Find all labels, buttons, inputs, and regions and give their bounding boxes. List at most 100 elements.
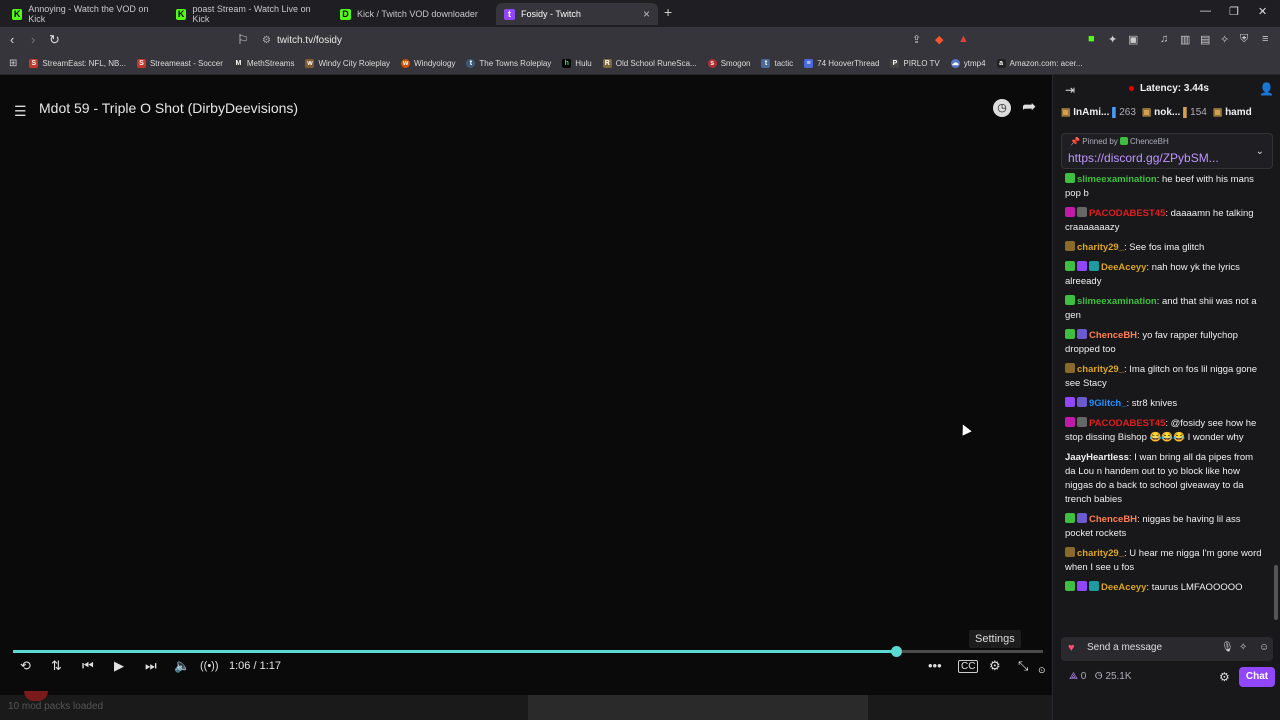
emote-icon[interactable]: ☺ [1259, 642, 1269, 653]
badge-icon[interactable] [1065, 513, 1075, 523]
resize-icon[interactable]: ⊙ [1038, 665, 1046, 676]
music-icon[interactable]: ♫ [1160, 33, 1168, 45]
tab-fosidy-twitch[interactable]: t Fosidy - Twitch × [496, 3, 658, 25]
bookmark-osrs[interactable]: R Old School RuneSca... [602, 59, 697, 68]
chat-username[interactable]: slimeexamination [1077, 174, 1157, 185]
badge-icon[interactable] [1065, 329, 1075, 339]
chat-username[interactable]: PACODABEST45 [1089, 208, 1165, 219]
chat-username[interactable]: ChenceBH [1089, 514, 1137, 525]
badge-icon[interactable] [1065, 173, 1075, 183]
bookmark-methstreams[interactable]: M MethStreams [233, 59, 294, 68]
badge-icon[interactable] [1065, 241, 1075, 251]
chat-username[interactable]: charity29_ [1077, 364, 1124, 375]
tab-vod-downloader[interactable]: D Kick / Twitch VOD downloader [332, 3, 494, 25]
channel-points[interactable]: ⟁ 0 ◷ 25.1K [1069, 671, 1132, 682]
menu-icon[interactable]: ≡ [1262, 33, 1268, 45]
chat-ai-icon[interactable]: ✧ [1220, 33, 1229, 46]
chat-username[interactable]: PACODABEST45 [1089, 418, 1165, 429]
chat-settings-icon[interactable]: ⚙ [1219, 670, 1230, 684]
more-options-icon[interactable]: ••• [928, 658, 942, 673]
hamburger-menu-icon[interactable]: ☰ [14, 103, 27, 120]
chat-input[interactable] [1085, 641, 1219, 654]
wallet-icon[interactable]: ▤ [1200, 33, 1210, 46]
chat-username[interactable]: charity29_ [1077, 548, 1124, 559]
tab-annoying[interactable]: K Annoying - Watch the VOD on Kick [4, 3, 166, 25]
vpn-icon[interactable]: ⛨ [1240, 33, 1248, 46]
badge-icon[interactable] [1077, 397, 1087, 407]
bookmark-hooverthread[interactable]: ≡ 74 HooverThread [804, 59, 879, 68]
seek-bar-handle[interactable] [890, 646, 902, 657]
badge-icon[interactable] [1065, 417, 1075, 427]
badge-icon[interactable] [1077, 207, 1087, 217]
back-icon[interactable]: ‹ [10, 32, 14, 47]
share-icon[interactable]: ➦ [1022, 97, 1036, 117]
apps-grid-icon[interactable]: ⊞ [9, 58, 17, 69]
next-icon[interactable]: ⏭ [145, 658, 157, 674]
watch-later-icon[interactable]: ◷ [993, 99, 1011, 117]
badge-icon[interactable] [1065, 581, 1075, 591]
sidebar-icon[interactable]: ▥ [1180, 33, 1190, 46]
microphone-icon[interactable]: 🎙 [1221, 642, 1234, 653]
bookmark-windyology[interactable]: w Windyology [401, 59, 455, 68]
badge-icon[interactable] [1077, 261, 1087, 271]
badge-icon[interactable] [1077, 581, 1087, 591]
chat-username[interactable]: charity29_ [1077, 242, 1124, 253]
bookmark-icon[interactable]: ⚐ [237, 32, 249, 48]
leader-item[interactable]: ▣ hamd [1213, 107, 1252, 121]
badge-icon[interactable] [1065, 397, 1075, 407]
new-tab-icon[interactable]: + [664, 4, 672, 20]
pinned-link[interactable]: https://discord.gg/ZPybSM... [1068, 151, 1243, 165]
chat-username[interactable]: 9Glitch_ [1089, 398, 1127, 409]
chat-username[interactable]: JaayHeartless [1065, 452, 1129, 463]
broadcast-icon[interactable]: ((•)) [200, 660, 219, 672]
bookmark-windy-city[interactable]: w Windy City Roleplay [305, 59, 390, 68]
exit-fullscreen-icon[interactable]: ⤡ [1018, 658, 1028, 674]
extension-d-icon[interactable]: ■ [1088, 33, 1095, 45]
pinned-message[interactable]: 📌 Pinned by ChenceBH https://discord.gg/… [1061, 133, 1273, 169]
bookmark-amazon[interactable]: a Amazon.com: acer... [996, 59, 1082, 68]
sort-icon[interactable]: ⇅ [51, 658, 62, 674]
bookmark-streameast[interactable]: S StreamEast: NFL, NB... [29, 59, 126, 68]
forward-icon[interactable]: › [31, 32, 35, 47]
chat-username[interactable]: DeeAceyy [1101, 262, 1146, 273]
bookmark-smogon[interactable]: s Smogon [707, 59, 750, 68]
chat-input-box[interactable]: ♥ 🎙 ✧ ☺ [1061, 637, 1273, 661]
badge-icon[interactable] [1065, 295, 1075, 305]
video-player[interactable]: ☰ Mdot 59 - Triple O Shot (DirbyDeevisio… [0, 75, 1052, 695]
previous-icon[interactable]: ⏮ [82, 658, 94, 674]
heart-icon[interactable]: ♥ [1068, 642, 1075, 654]
restore-icon[interactable]: ❐ [1229, 5, 1239, 18]
reload-icon[interactable]: ↻ [49, 32, 60, 48]
users-icon[interactable]: 👤 [1259, 82, 1274, 96]
settings-icon[interactable]: ⚙ [989, 658, 1001, 674]
play-icon[interactable]: ▶ [114, 658, 124, 674]
badge-icon[interactable] [1077, 417, 1087, 427]
badge-icon[interactable] [1089, 261, 1099, 271]
tab-poast-stream[interactable]: K poast Stream - Watch Live on Kick [168, 3, 330, 25]
badge-icon[interactable] [1077, 329, 1087, 339]
bookmark-tactic[interactable]: t tactic [761, 59, 793, 68]
chat-username[interactable]: slimeexamination [1077, 296, 1157, 307]
badge-icon[interactable] [1065, 261, 1075, 271]
bookmark-ytmp4[interactable]: ☁ ytmp4 [950, 59, 986, 68]
collapse-chat-icon[interactable]: ⇥ [1065, 83, 1075, 97]
share-page-icon[interactable]: ⇪ [912, 33, 921, 46]
volume-icon[interactable]: 🔈 [174, 658, 190, 674]
chat-username[interactable]: DeeAceyy [1101, 582, 1146, 593]
badge-icon[interactable] [1065, 207, 1075, 217]
bookmark-streameast-soccer[interactable]: S Streameast - Soccer [136, 59, 223, 68]
extension-icon[interactable]: ✦ [1108, 33, 1117, 46]
bookmark-hulu[interactable]: h Hulu [562, 59, 592, 68]
bookmark-pirlo-tv[interactable]: P PIRLO TV [890, 59, 940, 68]
loop-icon[interactable]: ⟲ [20, 658, 31, 674]
bookmark-towns-roleplay[interactable]: t The Towns Roleplay [466, 59, 551, 68]
badge-icon[interactable] [1065, 547, 1075, 557]
leader-item[interactable]: ▣ InAmi... ▌263 [1061, 107, 1136, 121]
site-info-icon[interactable]: ⚙ [262, 35, 271, 46]
extension-icon[interactable]: ▣ [1128, 33, 1138, 46]
captions-icon[interactable]: CC [958, 660, 979, 673]
chat-username[interactable]: ChenceBH [1089, 330, 1137, 341]
address-bar[interactable]: ⚙ twitch.tv/fosidy [262, 31, 982, 49]
rewards-icon[interactable]: ▲ [958, 33, 969, 45]
leader-item[interactable]: ▣ nok... ▌154 [1142, 107, 1207, 121]
